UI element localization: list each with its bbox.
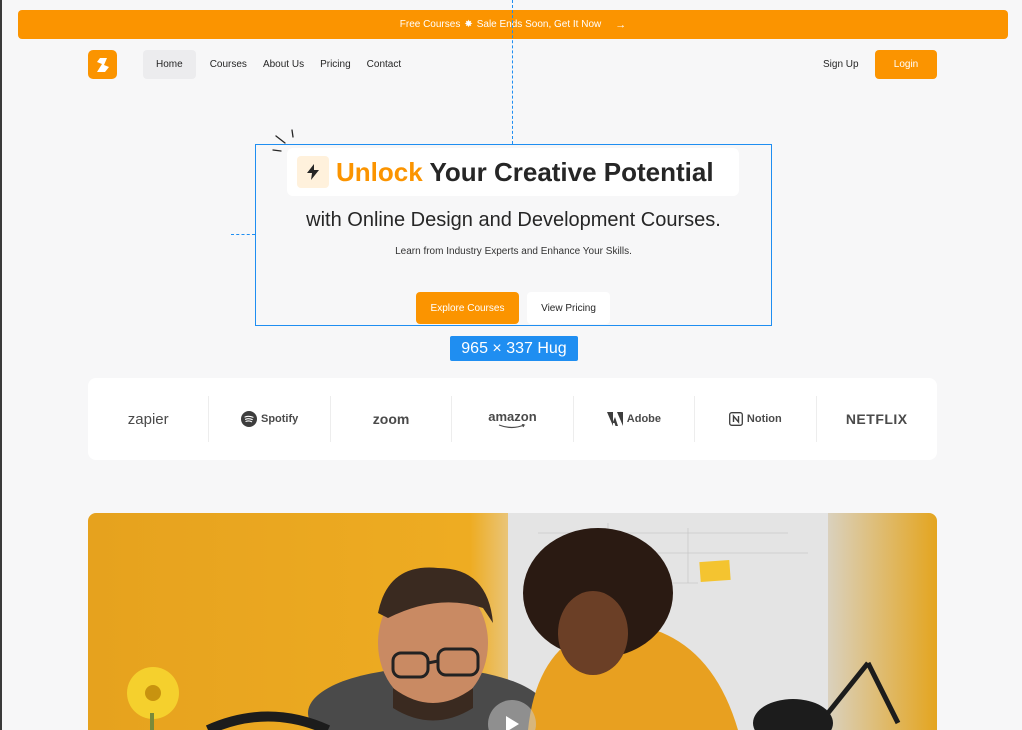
logo-adobe: Adobe	[574, 396, 696, 442]
spotify-icon	[240, 411, 257, 427]
nav-pricing[interactable]: Pricing	[312, 50, 359, 79]
logo-zoom: zoom	[331, 396, 453, 442]
logo-notion: Notion	[695, 396, 817, 442]
measure-guide-vertical	[512, 0, 513, 144]
nav-courses[interactable]: Courses	[202, 50, 255, 79]
logo-mark-icon	[96, 57, 109, 72]
amazon-smile-icon	[499, 424, 526, 429]
login-button[interactable]: Login	[875, 50, 937, 79]
hero-image	[88, 513, 937, 730]
logo-amazon: amazon	[452, 396, 574, 442]
notion-icon	[728, 412, 743, 426]
selection-frame[interactable]	[255, 144, 772, 326]
nav-contact[interactable]: Contact	[359, 50, 409, 79]
main-nav: Home Courses About Us Pricing Contact	[143, 50, 409, 79]
nav-home[interactable]: Home	[143, 50, 196, 79]
partner-logos: zapier Spotify zoom amazon Adobe Notion …	[88, 378, 937, 460]
banner-text-after: Sale Ends Soon, Get It Now	[476, 19, 602, 30]
hero-photo-illustration	[127, 513, 901, 730]
logo-zapier: zapier	[88, 396, 210, 442]
nav-about[interactable]: About Us	[255, 50, 312, 79]
measure-guide-horizontal	[231, 234, 255, 235]
logo-netflix: NETFLIX	[845, 411, 908, 427]
promo-banner[interactable]: Free Courses ✸ Sale Ends Soon, Get It No…	[18, 10, 1008, 39]
logo-spotify: Spotify	[209, 396, 331, 442]
site-logo[interactable]	[88, 50, 117, 79]
adobe-icon	[606, 412, 623, 426]
signup-link[interactable]: Sign Up	[815, 50, 867, 79]
star-icon: ✸	[464, 19, 473, 30]
play-icon	[506, 716, 519, 730]
canvas-edge	[0, 0, 2, 730]
size-badge: 965 × 337 Hug	[450, 336, 578, 361]
banner-text-before: Free Courses	[399, 19, 461, 30]
arrow-right-icon: →	[615, 18, 627, 31]
